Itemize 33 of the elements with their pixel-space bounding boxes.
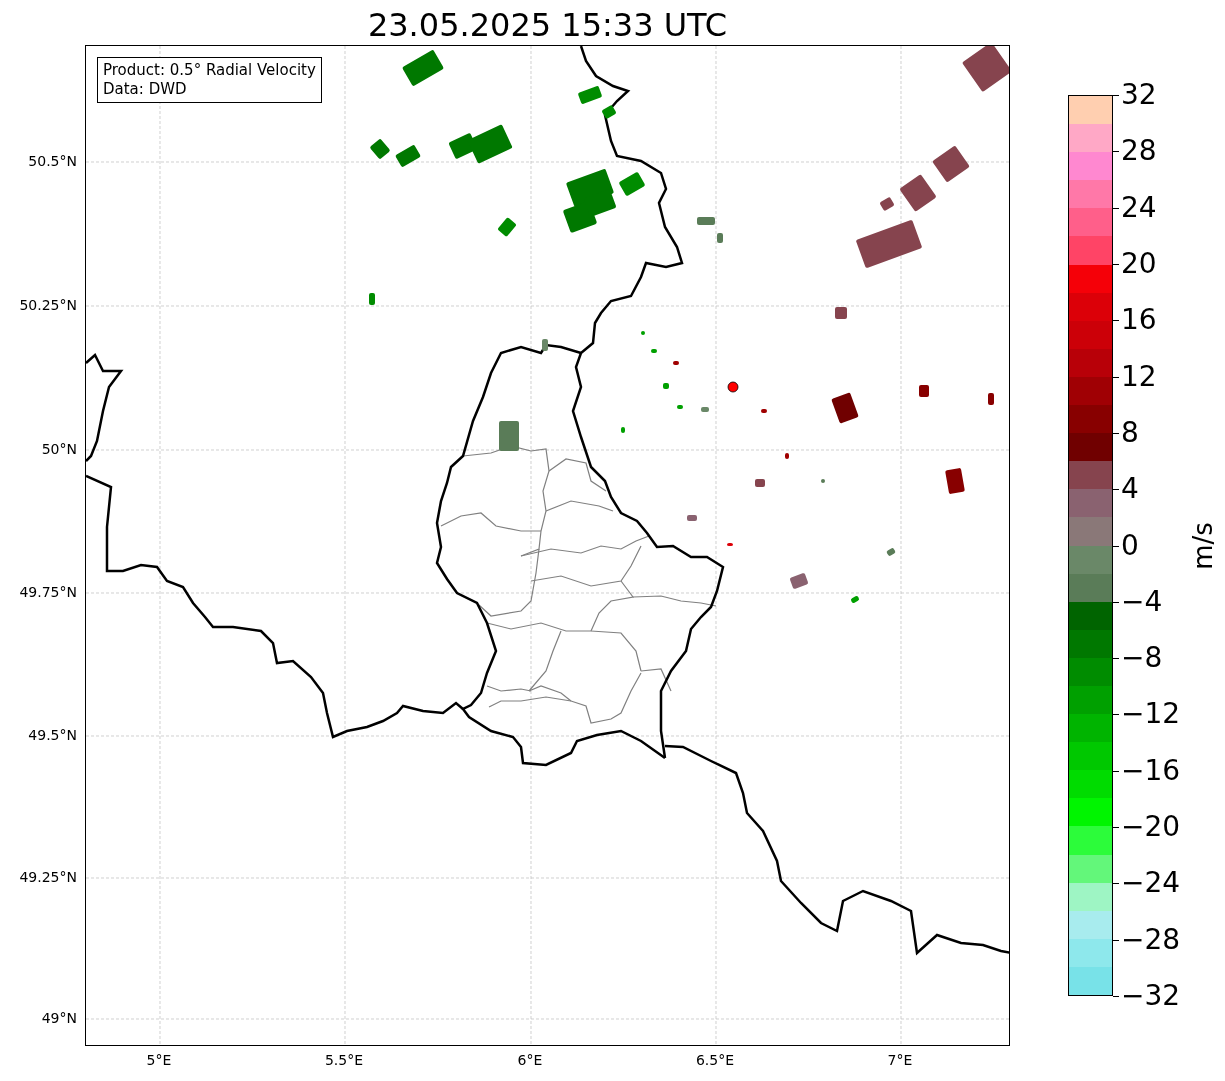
longitude-label: 7°E [887, 1052, 913, 1068]
colorbar-tick-label: 4 [1121, 472, 1139, 506]
colorbar-tick-label: −8 [1121, 641, 1163, 675]
colorbar-tick-label: −20 [1121, 810, 1181, 844]
colorbar-tick-label: 24 [1121, 190, 1157, 225]
latitude-label: 49.5°N [28, 727, 77, 743]
colorbar-tick-label: −12 [1121, 697, 1181, 732]
longitude-label: 5°E [146, 1052, 172, 1068]
colorbar-tick-label: −32 [1121, 979, 1181, 1013]
info-text: Data: DWD [103, 80, 188, 99]
colorbar-tick-label: 28 [1121, 134, 1157, 169]
colorbar-tick-label: −24 [1121, 866, 1181, 901]
latitude-label: 50.5°N [28, 153, 77, 169]
colorbar-tick-label: −28 [1121, 922, 1181, 957]
latitude-label: 49°N [41, 1010, 77, 1026]
colorbar-tick-label: 0 [1121, 528, 1139, 563]
longitude-label: 6°E [517, 1052, 543, 1068]
latitude-label: 49.25°N [19, 869, 77, 885]
colorbar-tick-label: 12 [1121, 359, 1157, 394]
colorbar-tick-label: 20 [1121, 247, 1157, 281]
colorbar-tick-label: 32 [1121, 78, 1157, 112]
info-text: Product: 0.5° Radial Velocity [103, 61, 316, 80]
colorbar-tick-label: −4 [1121, 585, 1163, 619]
colorbar-label: m/s [1188, 521, 1218, 570]
latitude-label: 50.25°N [19, 297, 77, 313]
colorbar-tick-label: −16 [1121, 753, 1181, 788]
longitude-label: 6.5°E [695, 1052, 735, 1068]
colorbar-tick-label: 8 [1121, 416, 1139, 450]
colorbar-tick-label: 16 [1121, 303, 1157, 338]
latitude-label: 49.75°N [19, 584, 77, 600]
latitude-label: 50°N [41, 441, 77, 457]
chart-title: 23.05.2025 15:33 UTC [367, 9, 728, 41]
longitude-label: 5.5°E [324, 1052, 364, 1068]
